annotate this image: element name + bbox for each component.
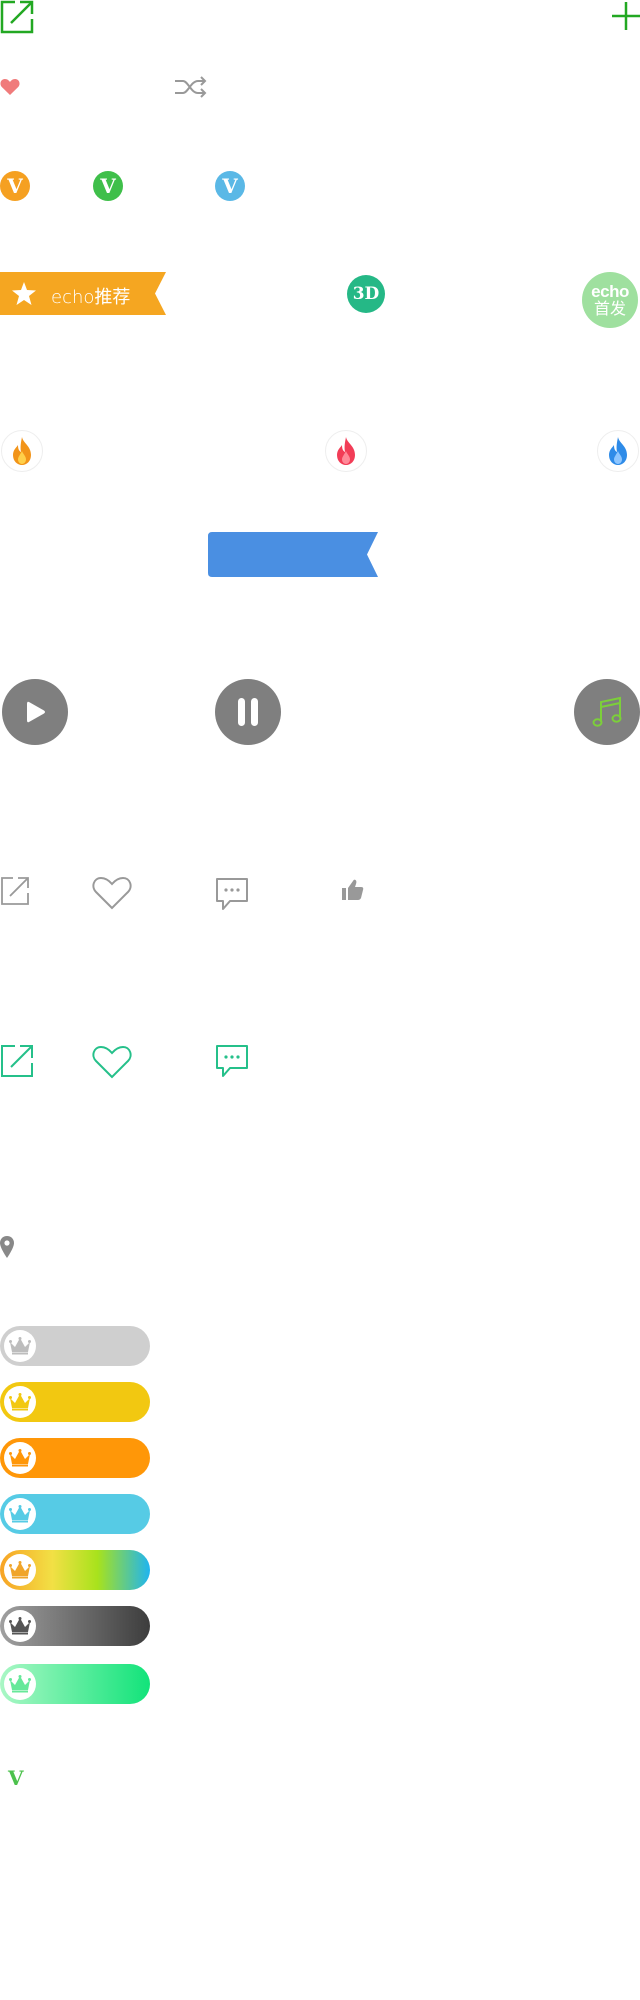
fire-blue-badge bbox=[597, 430, 639, 472]
star-icon bbox=[12, 282, 36, 305]
comment-icon[interactable] bbox=[215, 1044, 249, 1078]
fire-blue-icon bbox=[609, 437, 627, 465]
vip-knob bbox=[4, 1498, 36, 1530]
vip-pill-rainbow bbox=[0, 1550, 150, 1590]
vip-knob bbox=[4, 1386, 36, 1418]
shuffle-icon[interactable] bbox=[174, 76, 208, 98]
v-badge-letter: V bbox=[7, 174, 23, 198]
plus-icon[interactable] bbox=[612, 2, 640, 30]
echo-first-line2: 首发 bbox=[593, 300, 626, 318]
play-button[interactable] bbox=[2, 679, 68, 745]
crown-icon bbox=[9, 1561, 31, 1579]
vip-pill-dark bbox=[0, 1606, 150, 1646]
location-pin-icon bbox=[0, 1236, 14, 1258]
fire-orange-badge bbox=[1, 430, 43, 472]
badge-3d: 3D bbox=[347, 275, 385, 313]
blue-ribbon-banner bbox=[208, 532, 378, 577]
crown-icon bbox=[9, 1617, 31, 1635]
music-note-icon bbox=[592, 696, 622, 727]
v-badge-orange: V bbox=[0, 171, 30, 201]
pause-button[interactable] bbox=[215, 679, 281, 745]
v-badge-green: V bbox=[93, 171, 123, 201]
echo-first-line1: echo bbox=[591, 281, 629, 301]
small-v-icon: V bbox=[8, 1766, 24, 1790]
crown-icon bbox=[9, 1337, 31, 1355]
crown-icon bbox=[9, 1505, 31, 1523]
echo-recommend-ribbon: echo推荐 bbox=[0, 272, 166, 315]
vip-pill-yellow bbox=[0, 1382, 150, 1422]
crown-icon bbox=[9, 1675, 31, 1693]
vip-knob bbox=[4, 1554, 36, 1586]
v-badge-blue: V bbox=[215, 171, 245, 201]
pause-icon bbox=[238, 698, 258, 726]
heart-outline-icon[interactable] bbox=[92, 1045, 132, 1079]
vip-pill-orange bbox=[0, 1438, 150, 1478]
echo-first-badge: echo 首发 bbox=[582, 272, 638, 328]
badge-3d-label: 3D bbox=[352, 284, 380, 304]
comment-icon[interactable] bbox=[215, 877, 249, 911]
crown-icon bbox=[9, 1393, 31, 1411]
fire-red-icon bbox=[337, 437, 355, 465]
share-icon[interactable] bbox=[0, 1044, 34, 1078]
vip-knob bbox=[4, 1668, 36, 1700]
fire-orange-icon bbox=[13, 437, 31, 465]
vip-pill-gray bbox=[0, 1326, 150, 1366]
crown-icon bbox=[9, 1449, 31, 1467]
v-badge-letter: V bbox=[100, 174, 116, 198]
vip-pill-blue bbox=[0, 1494, 150, 1534]
music-note-button[interactable] bbox=[574, 679, 640, 745]
fire-red-badge bbox=[325, 430, 367, 472]
heart-outline-icon[interactable] bbox=[92, 876, 132, 910]
vip-pill-green bbox=[0, 1664, 150, 1704]
ribbon-label: echo推荐 bbox=[51, 287, 131, 308]
vip-knob bbox=[4, 1442, 36, 1474]
v-badge-letter: V bbox=[222, 174, 238, 198]
heart-filled-icon[interactable] bbox=[0, 78, 20, 96]
vip-knob bbox=[4, 1330, 36, 1362]
thumbs-up-icon[interactable] bbox=[341, 878, 365, 902]
share-icon[interactable] bbox=[0, 876, 30, 906]
share-outline-icon[interactable] bbox=[0, 0, 34, 34]
vip-knob bbox=[4, 1610, 36, 1642]
play-icon bbox=[27, 701, 45, 723]
